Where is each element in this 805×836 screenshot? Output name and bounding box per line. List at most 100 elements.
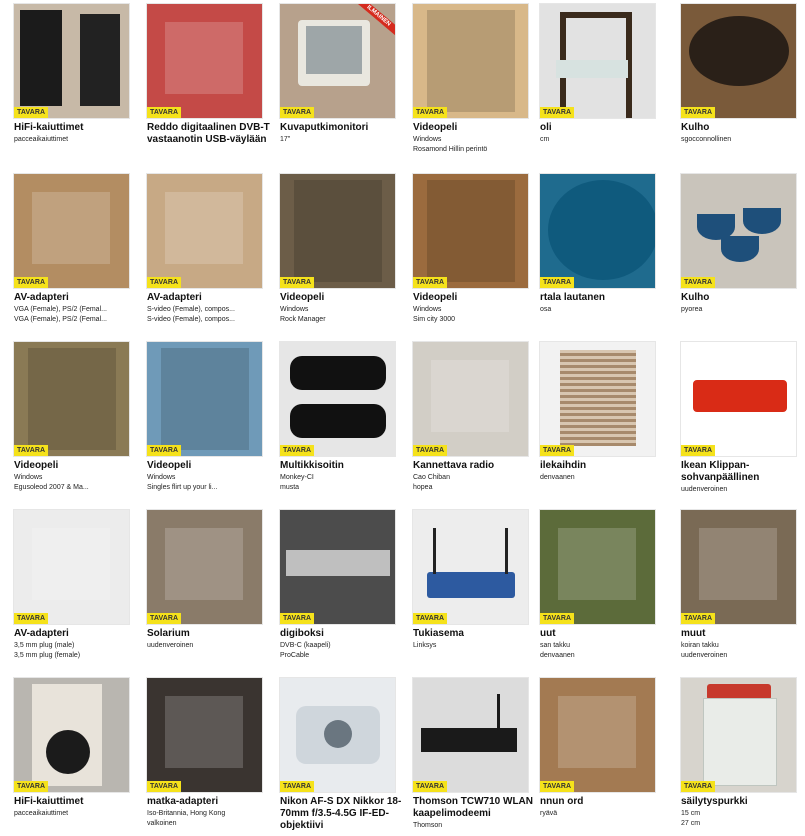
- item-card[interactable]: TAVARA Videopeli Windows Rosamond Hillin pe…: [399, 0, 533, 162]
- category-badge: TAVARA: [413, 445, 448, 456]
- item-card[interactable]: TAVARA Kulho pyorea: [667, 170, 801, 332]
- item-card[interactable]: TAVARA Thomson TCW710 WLAN kaapelimodeemi…: [399, 674, 533, 836]
- sofa-photo[interactable]: TAVARA: [681, 342, 796, 456]
- item-card[interactable]: ILMAINEN TAVARA Kuvaputkimonitori 17": [266, 0, 400, 162]
- item-detail: uudenveroinen: [147, 642, 194, 649]
- item-card[interactable]: TAVARA uut san takku denvaanen: [526, 506, 660, 668]
- item-card[interactable]: TAVARA Tukiasema Linksys: [399, 506, 533, 668]
- item-title[interactable]: AV-adapteri: [147, 292, 271, 304]
- item-card[interactable]: TAVARA Reddo digitaalinen DVB-T vastaanot…: [133, 0, 270, 162]
- earphones-photo[interactable]: TAVARA: [413, 342, 528, 456]
- item-title[interactable]: Nikon AF-S DX Nikkor 18-70mm f/3.5-4.5G …: [280, 796, 404, 832]
- jar-photo[interactable]: TAVARA: [681, 678, 796, 792]
- item-card[interactable]: TAVARA HiFi-kaiuttimet pacceaikaiuttimet: [0, 674, 134, 836]
- item-card[interactable]: TAVARA nnun ord ryävä: [526, 674, 660, 836]
- chair-shape: [556, 60, 628, 78]
- item-card[interactable]: TAVARA muut koiran takku uudenveroinen: [667, 506, 801, 668]
- item-title[interactable]: nnun ord: [540, 796, 664, 808]
- modem-photo[interactable]: TAVARA: [413, 678, 528, 792]
- item-title[interactable]: Kuvaputkimonitori: [280, 122, 404, 134]
- item-title[interactable]: uut: [540, 628, 664, 640]
- travel-adapter-photo[interactable]: TAVARA: [147, 678, 262, 792]
- cassette-adapter-photo[interactable]: TAVARA: [14, 510, 129, 624]
- item-title[interactable]: HiFi-kaiuttimet: [14, 796, 138, 808]
- item-title[interactable]: Reddo digitaalinen DVB-T vastaanotin USB…: [147, 122, 271, 146]
- item-card[interactable]: TAVARA oli cm: [526, 0, 660, 162]
- item-title[interactable]: Videopeli: [14, 460, 138, 472]
- item-card[interactable]: TAVARA Kulho sgocconnollinen: [667, 0, 801, 162]
- item-detail: 3,5 mm plug (male): [14, 642, 75, 649]
- game-box-photo[interactable]: TAVARA: [280, 174, 395, 288]
- item-card[interactable]: TAVARA digiboksi DVB-C (kaapeli) ProCable: [266, 506, 400, 668]
- item-card[interactable]: TAVARA Nikon AF-S DX Nikkor 18-70mm f/3.5…: [266, 674, 401, 836]
- blind-shape: [560, 350, 636, 446]
- item-title[interactable]: AV-adapteri: [14, 628, 138, 640]
- solarium-photo[interactable]: TAVARA: [147, 510, 262, 624]
- bowl-photo[interactable]: TAVARA: [681, 4, 796, 118]
- speakers-photo[interactable]: TAVARA: [14, 4, 129, 118]
- item-title[interactable]: Thomson TCW710 WLAN kaapelimodeemi: [413, 796, 537, 820]
- game-box-photo[interactable]: TAVARA: [413, 4, 528, 118]
- category-badge: TAVARA: [540, 781, 575, 792]
- item-title[interactable]: oli: [540, 122, 664, 134]
- item-title[interactable]: ilekaihdin: [540, 460, 664, 472]
- item-card[interactable]: TAVARA rtala lautanen osa: [526, 170, 660, 332]
- speaker-closeup-photo[interactable]: TAVARA: [14, 678, 129, 792]
- chair-photo[interactable]: TAVARA: [540, 4, 655, 118]
- item-card[interactable]: TAVARA Videopeli Windows Egusoleod 2007 & M…: [0, 338, 134, 500]
- bowls-photo[interactable]: TAVARA: [681, 174, 796, 288]
- item-title[interactable]: Kannettava radio: [413, 460, 537, 472]
- item-title[interactable]: Multikkisoitin: [280, 460, 404, 472]
- tv-tuner-photo[interactable]: TAVARA: [147, 4, 262, 118]
- adapter-device-photo[interactable]: TAVARA: [147, 174, 262, 288]
- item-title[interactable]: muut: [681, 628, 805, 640]
- item-card[interactable]: TAVARA ilekaihdin denvaanen: [526, 338, 660, 500]
- item-card[interactable]: TAVARA Videopeli Windows Rock Manager: [266, 170, 400, 332]
- item-title[interactable]: Videopeli: [280, 292, 404, 304]
- plate-photo[interactable]: TAVARA: [540, 174, 655, 288]
- item-card[interactable]: TAVARA matka-adapteri Iso-Britannia, Hong …: [133, 674, 267, 836]
- item-title[interactable]: Tukiasema: [413, 628, 537, 640]
- blind-photo[interactable]: TAVARA: [540, 342, 655, 456]
- item-card[interactable]: TAVARA AV-adapteri VGA (Female), PS/2 (Fem…: [0, 170, 134, 332]
- router-photo[interactable]: TAVARA: [413, 510, 528, 624]
- item-title[interactable]: matka-adapteri: [147, 796, 271, 808]
- item-card[interactable]: TAVARA Kannettava radio Cao Chiban hopea: [399, 338, 533, 500]
- item-title[interactable]: digiboksi: [280, 628, 404, 640]
- game-box-photo[interactable]: TAVARA: [14, 342, 129, 456]
- item-card[interactable]: TAVARA Ikean Klippan-sohvanpäällinen uuden…: [667, 338, 801, 500]
- av-switch-photo[interactable]: TAVARA: [14, 174, 129, 288]
- item-card[interactable]: TAVARA säilytyspurkki 15 cm 27 cm: [667, 674, 801, 836]
- game-box-shape: [28, 348, 116, 450]
- item-title[interactable]: Videopeli: [413, 122, 537, 134]
- set-top-box-photo[interactable]: TAVARA: [280, 510, 395, 624]
- item-card[interactable]: TAVARA AV-adapteri S-video (Female), compo…: [133, 170, 267, 332]
- dog-coat-photo[interactable]: TAVARA: [681, 510, 796, 624]
- fabric-photo[interactable]: TAVARA: [540, 510, 655, 624]
- item-card[interactable]: TAVARA Videopeli Windows Sim city 3000: [399, 170, 533, 332]
- item-card[interactable]: TAVARA AV-adapteri 3,5 mm plug (male) 3,5 m…: [0, 506, 134, 668]
- media-player-photo[interactable]: TAVARA: [280, 342, 395, 456]
- item-detail: ProCable: [280, 652, 310, 659]
- item-title[interactable]: AV-adapteri: [14, 292, 138, 304]
- swing-photo[interactable]: TAVARA: [540, 678, 655, 792]
- category-badge: TAVARA: [540, 277, 575, 288]
- item-title[interactable]: Solarium: [147, 628, 271, 640]
- item-title[interactable]: säilytyspurkki: [681, 796, 805, 808]
- item-card[interactable]: TAVARA Solarium uudenveroinen: [133, 506, 267, 668]
- item-title[interactable]: HiFi-kaiuttimet: [14, 122, 138, 134]
- camera-photo[interactable]: TAVARA: [280, 678, 395, 792]
- item-card[interactable]: TAVARA Multikkisoitin Monkey-CI musta: [266, 338, 400, 500]
- crt-monitor-photo[interactable]: ILMAINEN TAVARA: [280, 4, 395, 118]
- item-title[interactable]: Kulho: [681, 122, 805, 134]
- item-title[interactable]: Videopeli: [147, 460, 271, 472]
- item-title[interactable]: Kulho: [681, 292, 805, 304]
- game-box-photo[interactable]: TAVARA: [147, 342, 262, 456]
- item-title[interactable]: rtala lautanen: [540, 292, 664, 304]
- item-card[interactable]: TAVARA Videopeli Windows Singles flirt up y…: [133, 338, 267, 500]
- item-card[interactable]: TAVARA HiFi-kaiuttimet pacceaikaiuttimet: [0, 0, 134, 162]
- item-title[interactable]: Videopeli: [413, 292, 537, 304]
- item-title[interactable]: Ikean Klippan-sohvanpäällinen: [681, 460, 805, 484]
- item-detail: pyorea: [681, 306, 703, 313]
- game-box-photo[interactable]: TAVARA: [413, 174, 528, 288]
